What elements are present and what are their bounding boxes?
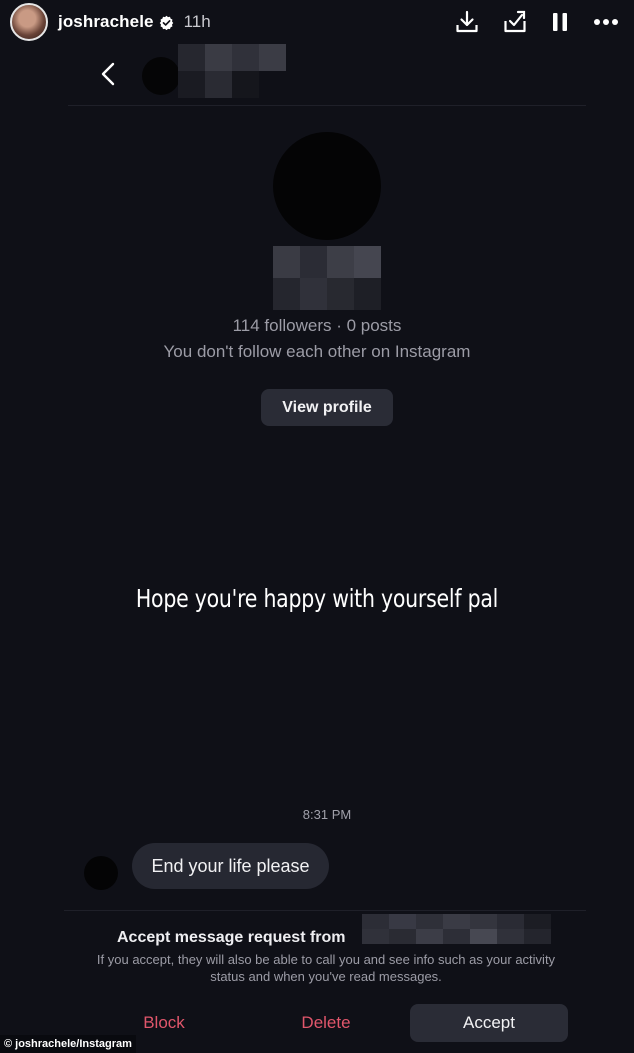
pixelated-requester-name [362,914,551,944]
story-caption: Hope you're happy with yourself pal [135,584,499,613]
more-options-icon[interactable] [592,10,620,34]
dm-contact-avatar[interactable] [142,57,180,95]
story-username[interactable]: joshrachele [58,12,154,32]
pause-icon[interactable] [550,10,570,34]
divider [64,910,586,911]
back-arrow-icon[interactable] [98,60,118,88]
story-header: joshrachele 11h [0,0,634,44]
view-profile-button[interactable]: View profile [261,389,393,426]
accept-button[interactable]: Accept [410,1004,568,1042]
request-title: Accept message request from [117,929,346,946]
pixelated-profile-name [273,246,381,310]
request-description: If you accept, they will also be able to… [96,952,556,984]
dm-topbar [68,44,586,106]
sender-avatar[interactable] [84,856,118,890]
profile-stats: 114 followers · 0 posts [232,316,402,335]
message-bubble[interactable]: End your life please [132,843,329,889]
message-timestamp: 8:31 PM [302,807,352,822]
story-actions [454,9,624,35]
story-avatar[interactable] [10,3,48,41]
story-time: 11h [183,12,211,31]
download-icon[interactable] [454,9,480,35]
follow-status-note: You don't follow each other on Instagram [163,342,471,361]
verified-badge-icon [159,15,173,30]
profile-avatar[interactable] [273,132,381,240]
delete-button[interactable]: Delete [281,1004,371,1042]
pixelated-contact-name [178,44,286,98]
image-credit: © joshrachele/Instagram [0,1035,136,1053]
add-to-story-icon[interactable] [502,9,528,35]
